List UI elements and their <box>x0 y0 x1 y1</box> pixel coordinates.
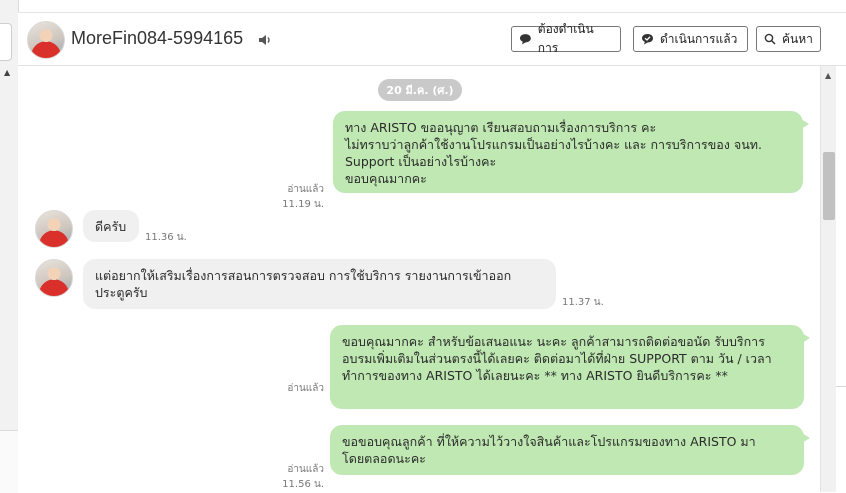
todo-button[interactable]: ต้องดำเนินการ <box>511 22 621 55</box>
read-status: อ่านแล้ว 11.19 น. <box>282 184 324 210</box>
check-chat-icon <box>642 34 653 45</box>
scroll-thumb[interactable] <box>823 152 835 220</box>
search-icon <box>764 33 776 45</box>
search-button[interactable]: ค้นหา <box>756 26 821 52</box>
left-panel-edge: ▲ <box>0 0 19 493</box>
left-panel-footer <box>0 430 18 493</box>
read-status: อ่านแล้ว <box>287 383 324 394</box>
incoming-message[interactable]: แต่อยากให้เสริมเรื่องการสอนการตรวจสอบ กา… <box>83 259 556 309</box>
contact-name: MoreFin084-5994165 <box>71 28 244 48</box>
outgoing-message[interactable]: ขอขอบคุณลูกค้า ที่ให้ความไว้วางใจสินค้าแ… <box>330 425 810 475</box>
sender-avatar[interactable] <box>35 210 73 248</box>
message-time: 11.37 น. <box>562 297 604 308</box>
done-button-label: ดำเนินการแล้ว <box>660 31 738 46</box>
contact-avatar[interactable] <box>27 21 65 59</box>
left-search-input-edge[interactable] <box>0 23 12 61</box>
speaker-icon[interactable] <box>258 34 272 46</box>
scroll-up-arrow-icon[interactable]: ▲ <box>825 71 831 80</box>
sender-avatar[interactable] <box>35 259 73 297</box>
scroll-up-arrow-icon[interactable]: ▲ <box>4 68 10 77</box>
incoming-message[interactable]: ดีครับ <box>83 210 139 242</box>
chat-scrollbar[interactable]: ▲ <box>820 66 837 492</box>
search-button-label: ค้นหา <box>782 31 813 46</box>
read-status: อ่านแล้ว 11.56 น. <box>282 464 324 490</box>
message-time: 11.36 น. <box>145 232 187 243</box>
chat-messages-area[interactable]: 20 มี.ค. (ศ.) อ่านแล้ว 11.19 น. ทาง ARIS… <box>18 66 820 492</box>
outgoing-message[interactable]: ทาง ARISTO ขออนุญาต เรียนสอบถามเรื่องการ… <box>333 111 809 193</box>
outgoing-message[interactable]: ขอบคุณมากคะ สำหรับข้อเสนอแนะ นะคะ ลูกค้า… <box>330 325 810 409</box>
right-edge-divider <box>836 386 846 387</box>
date-separator: 20 มี.ค. (ศ.) <box>378 79 462 101</box>
right-edge <box>836 66 846 492</box>
chat-header: MoreFin084-5994165 ต้องดำเนินการ ดำเนินก… <box>18 13 846 66</box>
todo-button-label: ต้องดำเนินการ <box>537 22 594 55</box>
chat-bubble-icon <box>519 34 531 45</box>
done-button[interactable]: ดำเนินการแล้ว <box>633 26 748 52</box>
